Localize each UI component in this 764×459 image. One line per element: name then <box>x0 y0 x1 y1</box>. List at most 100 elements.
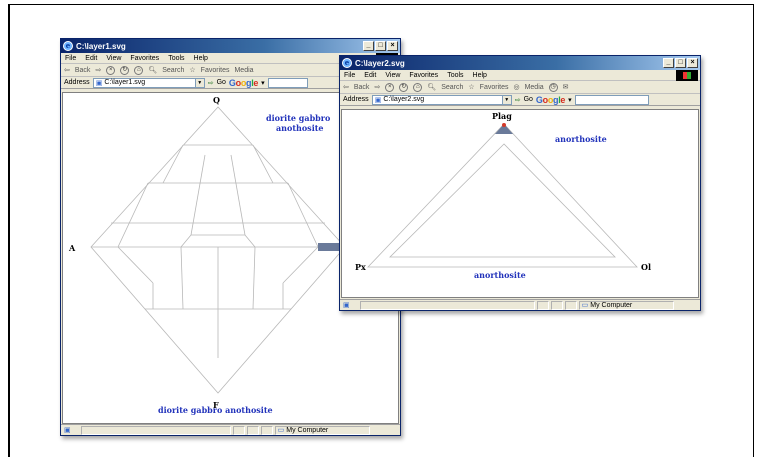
stop-icon[interactable]: × <box>385 82 395 92</box>
menu-bar: File Edit View Favorites Tools Help <box>340 70 700 81</box>
refresh-icon[interactable]: ↻ <box>399 82 409 92</box>
google-search-input[interactable] <box>574 94 649 105</box>
minimize-button[interactable]: _ <box>363 41 374 51</box>
title-bar[interactable]: e C:\layer2.svg _ □ × <box>340 56 700 70</box>
chevron-down-icon[interactable]: ▾ <box>568 96 572 104</box>
back-button[interactable]: Back <box>354 84 370 91</box>
status-cell <box>232 425 245 435</box>
browser-window-layer2[interactable]: e C:\layer2.svg _ □ × File Edit View Fav… <box>339 55 701 311</box>
address-bar: Address ▣ C:\layer2.svg ▼ ⇨ Go Google ▾ <box>340 94 700 106</box>
google-toolbar-logo[interactable]: Google <box>536 95 566 105</box>
diagram-bottom-label: anorthosite <box>474 270 526 280</box>
forward-arrow-icon[interactable]: ⇨ <box>95 66 101 74</box>
back-arrow-icon[interactable]: ⇦ <box>343 83 349 91</box>
forward-arrow-icon[interactable]: ⇨ <box>374 83 380 91</box>
search-button[interactable]: Search <box>162 67 184 74</box>
page-done-icon: ▣ <box>343 302 350 309</box>
menu-favorites[interactable]: Favorites <box>409 72 438 79</box>
status-cell <box>550 300 563 310</box>
go-arrow-icon[interactable]: ⇨ <box>515 96 521 104</box>
ie-icon: e <box>63 41 73 51</box>
stop-icon[interactable]: × <box>106 65 116 75</box>
windows-logo-icon <box>676 70 698 81</box>
search-icon[interactable]: 🔍︎ <box>148 66 157 74</box>
address-value: C:\layer2.svg <box>383 96 425 103</box>
maximize-button[interactable]: □ <box>675 58 686 68</box>
svg-viewport: Plag Px Ol anorthosite anorthosite <box>341 109 699 298</box>
diagram-bottom-label: diorite gabbro anothosite <box>158 405 273 415</box>
refresh-icon[interactable]: ↻ <box>120 65 130 75</box>
diagram-title-line2: anothosite <box>276 123 324 133</box>
menu-view[interactable]: View <box>106 55 121 62</box>
vertex-label-plag: Plag <box>492 111 512 121</box>
apex-marker <box>502 123 506 127</box>
address-input[interactable]: ▣ C:\layer2.svg ▼ <box>371 94 512 105</box>
status-cell <box>246 425 259 435</box>
go-button[interactable]: Go <box>524 96 533 103</box>
close-button[interactable]: × <box>687 58 698 68</box>
status-text <box>359 300 535 310</box>
zone-label: My Computer <box>590 301 633 309</box>
mail-icon[interactable]: ✉ <box>563 83 569 91</box>
maximize-button[interactable]: □ <box>375 41 386 51</box>
my-computer-icon: ▭ <box>581 302 589 309</box>
chevron-down-icon[interactable]: ▼ <box>501 95 511 104</box>
menu-file[interactable]: File <box>65 55 76 62</box>
ie-icon: e <box>342 58 352 68</box>
vertex-label-px: Px <box>355 262 366 272</box>
home-icon[interactable]: ⌂ <box>134 65 144 75</box>
go-button[interactable]: Go <box>217 79 226 86</box>
menu-view[interactable]: View <box>385 72 400 79</box>
menu-edit[interactable]: Edit <box>364 72 376 79</box>
page-icon: ▣ <box>374 96 382 104</box>
menu-help[interactable]: Help <box>473 72 487 79</box>
zone-label: My Computer <box>286 426 329 434</box>
media-button[interactable]: Media <box>525 84 544 91</box>
minimize-button[interactable]: _ <box>663 58 674 68</box>
google-toolbar-logo[interactable]: Google <box>229 78 259 88</box>
status-text <box>80 425 231 435</box>
go-arrow-icon[interactable]: ⇨ <box>208 79 214 87</box>
media-icon[interactable]: ◎ <box>513 83 519 91</box>
zone-indicator: ▭ My Computer <box>274 425 370 435</box>
close-button[interactable]: × <box>387 41 398 51</box>
vertex-label-a: A <box>68 243 76 253</box>
menu-favorites[interactable]: Favorites <box>130 55 159 62</box>
toolbar: ⇦ Back ⇨ × ↻ ⌂ 🔍︎ Search ☆ Favorites ◎ M… <box>340 81 700 94</box>
menu-tools[interactable]: Tools <box>168 55 184 62</box>
chevron-down-icon[interactable]: ▾ <box>261 79 265 87</box>
diagram-title-line1: diorite gabbro <box>266 113 331 123</box>
address-value: C:\layer1.svg <box>104 79 146 86</box>
favorites-button[interactable]: Favorites <box>480 84 509 91</box>
page-icon: ▣ <box>95 79 103 87</box>
status-bar: ▣ ▭ My Computer <box>61 424 400 435</box>
status-cell <box>260 425 273 435</box>
favorites-icon[interactable]: ☆ <box>468 83 474 91</box>
status-cell <box>536 300 549 310</box>
favorites-icon[interactable]: ☆ <box>189 66 195 74</box>
search-icon[interactable]: 🔍︎ <box>427 83 436 91</box>
menu-help[interactable]: Help <box>194 55 208 62</box>
address-label: Address <box>343 96 369 103</box>
menu-edit[interactable]: Edit <box>85 55 97 62</box>
window-title: C:\layer2.svg <box>355 58 405 68</box>
back-arrow-icon[interactable]: ⇦ <box>64 66 70 74</box>
search-button[interactable]: Search <box>441 84 463 91</box>
menu-file[interactable]: File <box>344 72 355 79</box>
menu-tools[interactable]: Tools <box>447 72 463 79</box>
window-title: C:\layer1.svg <box>76 41 126 51</box>
back-button[interactable]: Back <box>75 67 91 74</box>
status-cell <box>564 300 577 310</box>
vertex-label-ol: Ol <box>641 262 651 272</box>
address-input[interactable]: ▣ C:\layer1.svg ▼ <box>92 77 205 88</box>
favorites-button[interactable]: Favorites <box>201 67 230 74</box>
google-search-input[interactable] <box>267 77 308 88</box>
media-button[interactable]: Media <box>234 67 253 74</box>
title-bar[interactable]: e C:\layer1.svg _ □ × <box>61 39 400 53</box>
home-icon[interactable]: ⌂ <box>413 82 423 92</box>
chevron-down-icon[interactable]: ▼ <box>194 78 204 87</box>
history-icon[interactable]: ◷ <box>548 82 558 92</box>
anorthosite-diagram: Plag Px Ol anorthosite anorthosite <box>355 111 651 280</box>
address-label: Address <box>64 79 90 86</box>
page-done-icon: ▣ <box>64 427 71 434</box>
